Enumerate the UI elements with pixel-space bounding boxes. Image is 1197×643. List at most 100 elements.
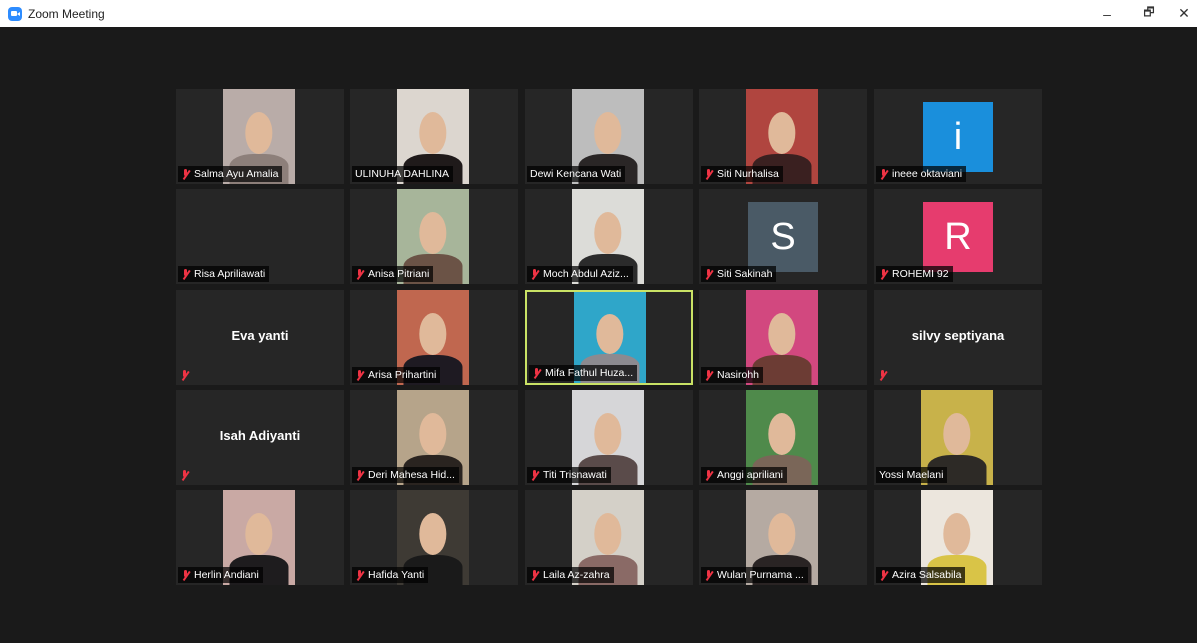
video-face (419, 412, 447, 455)
participant-name-label: Arisa Prihartini (352, 367, 441, 383)
participant-tile[interactable]: Wulan Purnama ... (699, 490, 867, 585)
video-face (419, 211, 447, 254)
participant-tile[interactable]: Hafida Yanti (350, 490, 518, 585)
participant-name-label: Mifa Fathul Huza... (529, 365, 638, 381)
participant-name: ULINUHA DAHLINA (355, 168, 449, 180)
video-face (768, 412, 796, 455)
participant-name-label: Salma Ayu Amalia (178, 166, 283, 182)
mic-muted-icon (704, 168, 713, 180)
video-face (768, 312, 796, 355)
participant-name-label: Anggi apriliani (701, 467, 787, 483)
participant-tile[interactable]: Azira Salsabila (874, 490, 1042, 585)
participant-name-label: Yossi Maelani (876, 467, 948, 483)
participant-name: Nasirohh (717, 369, 760, 381)
participant-name-label: Nasirohh (701, 367, 764, 383)
participant-name: Herlin Andiani (194, 569, 259, 581)
participant-name-label: Titi Trisnawati (527, 467, 611, 483)
video-face (596, 313, 624, 354)
mic-muted-icon (355, 469, 364, 481)
participant-name: Yossi Maelani (879, 469, 944, 481)
participant-tile[interactable]: ULINUHA DAHLINA (350, 89, 518, 184)
participant-tile[interactable]: Anggi apriliani (699, 390, 867, 485)
mic-muted-icon (879, 168, 888, 180)
participant-name: Siti Nurhalisa (717, 168, 779, 180)
maximize-button[interactable]: 🗗 (1135, 0, 1163, 27)
participant-name-label: Deri Mahesa Hid... (352, 467, 459, 483)
participant-name: Siti Sakinah (717, 268, 773, 280)
participant-name: Dewi Kencana Wati (530, 168, 622, 180)
participant-name: Deri Mahesa Hid... (368, 469, 455, 481)
participant-name-label: Herlin Andiani (178, 567, 263, 583)
participant-name-label: Hafida Yanti (352, 567, 429, 583)
participant-name: Laila Az-zahra (543, 569, 610, 581)
close-button[interactable]: ✕ (1170, 0, 1197, 27)
participant-tile[interactable]: silvy septiyana (874, 290, 1042, 385)
participant-tile[interactable]: Dewi Kencana Wati (525, 89, 693, 184)
participant-name: Moch Abdul Aziz... (543, 268, 629, 280)
participant-tile[interactable]: S Siti Sakinah (699, 189, 867, 284)
video-face (943, 512, 971, 555)
participant-tile[interactable]: Anisa Pitriani (350, 189, 518, 284)
participant-name: Salma Ayu Amalia (194, 168, 279, 180)
video-face (419, 512, 447, 555)
video-face (943, 412, 971, 455)
participant-name: Wulan Purnama ... (717, 569, 804, 581)
video-face (768, 111, 796, 154)
participant-name: ineee oktaviani (892, 168, 963, 180)
participant-name: Titi Trisnawati (543, 469, 607, 481)
participant-name-label: Moch Abdul Aziz... (527, 266, 633, 282)
mic-muted-icon (180, 470, 189, 481)
participant-tile[interactable]: Siti Nurhalisa (699, 89, 867, 184)
participant-name: Anisa Pitriani (368, 268, 430, 280)
participant-tile[interactable]: Titi Trisnawati (525, 390, 693, 485)
participant-name: Arisa Prihartini (368, 369, 437, 381)
participant-tile[interactable]: Isah Adiyanti (176, 390, 344, 485)
title-bar: Zoom Meeting – 🗗 ✕ (0, 0, 1197, 27)
participant-name-label: ineee oktaviani (876, 166, 967, 182)
mic-muted-icon (181, 569, 190, 581)
mic-muted-icon (530, 268, 539, 280)
mic-muted-icon (530, 569, 539, 581)
video-face (245, 512, 273, 555)
participant-tile[interactable]: R ROHEMI 92 (874, 189, 1042, 284)
participant-tile[interactable]: Yossi Maelani (874, 390, 1042, 485)
gallery-view: Salma Ayu Amalia ULINUHA DAHLINA Dewi Kenc… (7, 27, 1190, 639)
mic-muted-icon (704, 369, 713, 381)
participant-tile[interactable]: Eva yanti (176, 290, 344, 385)
mic-muted-icon (355, 569, 364, 581)
participant-name-label: Risa Apriliawati (178, 266, 270, 282)
video-face (419, 312, 447, 355)
participant-name: Risa Apriliawati (194, 268, 266, 280)
participant-name-label: ROHEMI 92 (876, 266, 953, 282)
participant-tile[interactable]: Arisa Prihartini (350, 290, 518, 385)
mic-muted-icon (879, 268, 888, 280)
mic-muted-icon (879, 569, 888, 581)
participant-tile[interactable]: Deri Mahesa Hid... (350, 390, 518, 485)
video-face (768, 512, 796, 555)
window-title: Zoom Meeting (28, 6, 105, 21)
participant-tile[interactable]: Herlin Andiani (176, 490, 344, 585)
mic-muted-icon (878, 370, 887, 381)
participant-tile[interactable]: Salma Ayu Amalia (176, 89, 344, 184)
participant-name-large: Isah Adiyanti (219, 428, 301, 443)
video-face (594, 111, 622, 154)
participant-tile[interactable]: Nasirohh (699, 290, 867, 385)
video-face (245, 111, 273, 154)
avatar: R (923, 202, 993, 272)
avatar: i (923, 102, 993, 172)
mic-muted-icon (355, 268, 364, 280)
participant-name-label: Dewi Kencana Wati (527, 166, 626, 182)
participant-name: Mifa Fathul Huza... (545, 367, 634, 379)
minimize-button[interactable]: – (1093, 0, 1121, 27)
participant-name-label: Siti Sakinah (701, 266, 777, 282)
participant-tile[interactable]: Laila Az-zahra (525, 490, 693, 585)
participant-name-large: silvy septiyana (911, 328, 1005, 343)
video-face (594, 512, 622, 555)
video-face (594, 211, 622, 254)
participant-tile[interactable]: Moch Abdul Aziz... (525, 189, 693, 284)
participant-tile[interactable]: Mifa Fathul Huza... (525, 290, 693, 385)
mic-muted-icon (355, 369, 364, 381)
participant-tile[interactable]: Risa Apriliawati (176, 189, 344, 284)
zoom-logo-icon (8, 6, 22, 21)
participant-tile[interactable]: i ineee oktaviani (874, 89, 1042, 184)
